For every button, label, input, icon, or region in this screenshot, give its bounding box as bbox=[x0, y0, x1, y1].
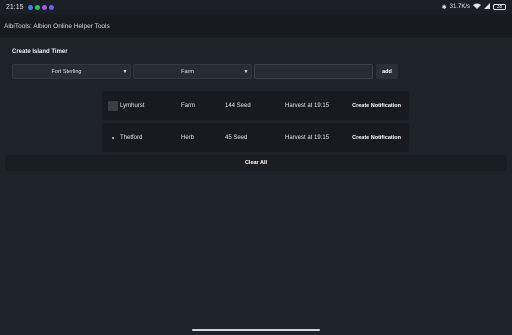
clear-all-label: Clear All bbox=[244, 160, 268, 166]
notification-icons bbox=[27, 4, 54, 10]
type-select-value: Farm bbox=[181, 68, 194, 75]
timer-seed: 144 Seed bbox=[225, 102, 251, 109]
home-indicator[interactable] bbox=[192, 329, 320, 331]
create-notification-button[interactable]: Create Notification bbox=[352, 103, 401, 109]
amount-input[interactable] bbox=[254, 64, 373, 79]
type-select[interactable]: Farm ▼ bbox=[133, 64, 252, 79]
timer-card: Thetford Herb 45 Seed Harvest at 19:15 C… bbox=[102, 123, 409, 152]
bullet-icon bbox=[112, 136, 114, 139]
notification-icon bbox=[41, 4, 47, 10]
chevron-down-icon: ▼ bbox=[243, 68, 249, 75]
timer-type: Herb bbox=[181, 134, 195, 141]
notification-icon bbox=[27, 4, 33, 10]
timer-city: Lymhurst bbox=[120, 102, 145, 109]
notification-icon bbox=[34, 4, 40, 10]
timer-harvest: Harvest at 19:15 bbox=[285, 102, 330, 109]
timer-card: Lymhurst Farm 144 Seed Harvest at 19:15 … bbox=[102, 91, 409, 120]
clear-all-button[interactable]: Clear All bbox=[5, 155, 507, 171]
app-header: AlbiTools: Albion Online Helper Tools bbox=[0, 14, 512, 38]
app-title: AlbiTools: Albion Online Helper Tools bbox=[4, 22, 110, 30]
timer-seed: 45 Seed bbox=[225, 134, 248, 141]
add-button[interactable]: add bbox=[376, 64, 398, 79]
chevron-down-icon: ▼ bbox=[122, 68, 128, 75]
battery-icon: 38 bbox=[493, 4, 506, 10]
bluetooth-icon: ✱ bbox=[441, 4, 447, 11]
city-select-value: Fort Sterling bbox=[51, 68, 82, 75]
timer-type: Farm bbox=[181, 102, 195, 109]
item-thumbnail bbox=[108, 100, 118, 111]
notification-icon bbox=[48, 4, 54, 10]
timer-harvest: Harvest at 19:15 bbox=[285, 134, 330, 141]
network-speed: 31.7K/s bbox=[449, 4, 470, 10]
status-time: 21:15 bbox=[6, 3, 24, 11]
timer-city: Thetford bbox=[120, 134, 143, 141]
section-title: Create Island Timer bbox=[12, 49, 68, 55]
system-status-bar: 21:15 ✱ 31.7K/s 38 bbox=[0, 0, 512, 14]
create-notification-button[interactable]: Create Notification bbox=[352, 135, 401, 141]
city-select[interactable]: Fort Sterling ▼ bbox=[12, 64, 131, 79]
wifi-icon bbox=[473, 3, 481, 11]
sim-icon bbox=[484, 3, 490, 11]
status-indicators: ✱ 31.7K/s 38 bbox=[442, 3, 506, 11]
